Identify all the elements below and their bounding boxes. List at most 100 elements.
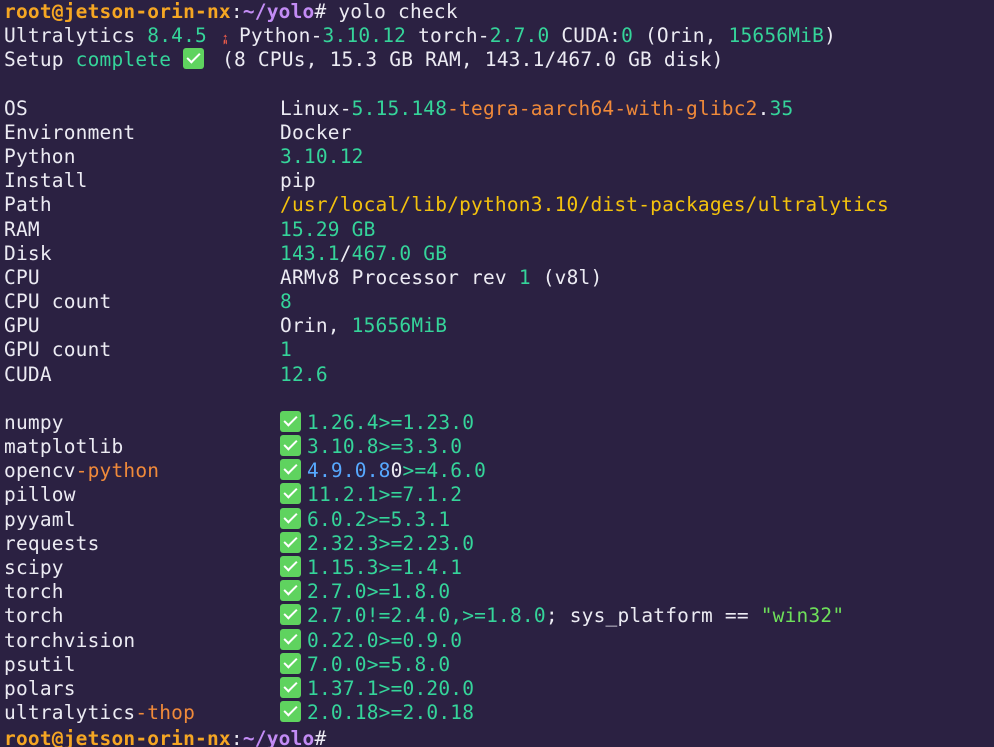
package-requirement: !=2.4.0,>=1.8.0	[366, 604, 546, 628]
text-segment: "win32"	[760, 604, 845, 628]
setup-complete-line: Setup complete (8 CPUs, 15.3 GB RAM, 143…	[4, 48, 994, 72]
package-installed-version: 2.32.3	[307, 531, 379, 555]
ultralytics-version: 8.4.5	[147, 24, 207, 48]
sysinfo-row-python: Python 3.10.12	[4, 145, 994, 169]
package-row-psutil: psutil 7.0.0>=5.8.0	[4, 652, 994, 677]
setup-status: complete	[75, 48, 172, 72]
package-installed-version: 1.15.3	[307, 555, 379, 579]
sysinfo-row-disk: Disk 143.1/467.0 GB	[4, 242, 994, 266]
package-row-torchvision: torchvision 0.22.0>=0.9.0	[4, 628, 994, 653]
package-name: pyyaml	[4, 507, 76, 531]
package-name: torch	[4, 580, 64, 604]
package-row-requests: requests 2.32.3>=2.23.0	[4, 531, 994, 556]
checkmark-icon	[280, 435, 301, 456]
checkmark-icon	[280, 701, 301, 723]
sysinfo-key: RAM	[4, 217, 40, 241]
checkmark-icon	[280, 628, 301, 650]
sysinfo-key: Disk	[4, 241, 52, 265]
sysinfo-key: CUDA	[4, 362, 52, 386]
disk-used-value: 143.1	[484, 48, 545, 72]
package-row-polars: polars 1.37.1>=0.20.0	[4, 676, 994, 701]
package-row-scipy: scipy 1.15.3>=1.4.1	[4, 555, 994, 580]
gpu-memory: 15656MiB	[728, 24, 825, 48]
text-segment: /	[544, 48, 557, 72]
checkmark-icon	[280, 604, 301, 626]
package-name: matplotlib	[4, 435, 124, 458]
text-segment: /	[339, 241, 352, 265]
package-requirement: >=2.23.0	[378, 531, 475, 555]
text-segment: ; sys_platform ==	[545, 604, 761, 628]
sysinfo-key: Python	[4, 144, 76, 168]
package-name: pillow	[4, 483, 76, 507]
text-segment: opencv	[4, 459, 76, 483]
sysinfo-value: Docker	[280, 120, 352, 144]
torch-version: 2.7.0	[489, 24, 550, 48]
text-segment: 0	[390, 459, 403, 483]
prompt-path: ~/yolo	[242, 0, 315, 23]
sysinfo-key: OS	[4, 96, 28, 120]
prompt-hash: #	[314, 0, 327, 23]
text-segment: 143.1	[280, 241, 340, 265]
sysinfo-value: 1	[280, 338, 292, 362]
package-installed-version: 11.2.1	[307, 483, 379, 507]
text-segment: 35	[769, 96, 794, 120]
package-installed-version: 4.9.0.8	[307, 459, 391, 483]
package-name: ultralytics-thop	[4, 701, 280, 725]
checkmark-icon	[280, 580, 301, 602]
package-requirement: >=7.1.2	[378, 483, 463, 507]
package-name: opencv-python	[4, 459, 280, 483]
command-prompt-line[interactable]: root@jetson-orin-nx:~/yolo#	[4, 725, 994, 747]
package-requirement: >=1.4.1	[378, 555, 463, 579]
text-segment: GB RAM,	[377, 48, 485, 72]
sysinfo-value: 8	[280, 290, 292, 314]
disk-total-value: 467.0	[556, 48, 617, 72]
prompt-user-host: root@jetson-orin-nx	[4, 0, 231, 23]
checkmark-icon	[280, 483, 301, 505]
package-name: numpy	[4, 410, 64, 434]
text-segment: torch-	[406, 24, 490, 48]
package-installed-version: 6.0.2	[307, 507, 367, 531]
text-segment: (v8l)	[530, 265, 603, 289]
text-segment: Python-	[238, 24, 323, 48]
package-name: requests	[4, 531, 100, 555]
package-installed-version: 2.7.0	[307, 604, 367, 628]
sysinfo-key: CPU	[4, 265, 40, 289]
sysinfo-key: Path	[4, 193, 52, 217]
prompt-hash: #	[314, 727, 327, 747]
prompt-user-host: root@jetson-orin-nx	[4, 727, 231, 747]
checkmark-icon	[280, 459, 301, 481]
package-row-torch: torch 2.7.0>=1.8.0	[4, 580, 994, 604]
package-installed-version: 3.10.8	[307, 435, 379, 458]
text-segment: Orin,	[280, 314, 352, 338]
sysinfo-row-install: Install pip	[4, 169, 994, 193]
text-segment: ultralytics	[4, 701, 136, 725]
text-segment: )	[824, 24, 837, 48]
package-requirement: >=1.8.0	[366, 580, 451, 604]
sysinfo-key: GPU	[4, 314, 40, 338]
cuda-index: 0	[621, 24, 634, 48]
checkmark-icon	[280, 652, 301, 674]
text-segment: 15656MiB	[351, 314, 448, 338]
package-row-opencv: opencv-python 4.9.0.80>=4.6.0	[4, 459, 994, 483]
package-name: torchvision	[4, 628, 136, 652]
sysinfo-row-os: OS Linux-5.15.148-tegra-aarch64-with-glib…	[4, 97, 994, 121]
package-name: psutil	[4, 652, 76, 676]
text-segment: .	[757, 96, 770, 120]
text-segment: 5.15.148	[351, 96, 448, 120]
text-segment: CPUs,	[245, 48, 330, 72]
checkmark-icon	[280, 531, 301, 553]
package-requirement: >=5.3.1	[366, 507, 451, 531]
sysinfo-key: Environment	[4, 120, 136, 144]
package-requirement: >=3.3.0	[378, 435, 463, 458]
package-requirement: >=0.9.0	[378, 628, 463, 652]
text-segment: Ultralytics	[4, 24, 148, 48]
sysinfo-key: GPU count	[4, 338, 112, 362]
package-requirement: >=0.20.0	[378, 676, 475, 700]
sysinfo-row-gpu: GPU Orin, 15656MiB	[4, 314, 994, 338]
text-segment: Setup	[4, 48, 76, 72]
python-version: 3.10.12	[322, 24, 407, 48]
text-segment: -thop	[135, 701, 196, 725]
terminal-window[interactable]: root@jetson-orin-nx:~/yolo# yolo check U…	[0, 0, 994, 747]
text-cursor[interactable]	[326, 725, 337, 745]
